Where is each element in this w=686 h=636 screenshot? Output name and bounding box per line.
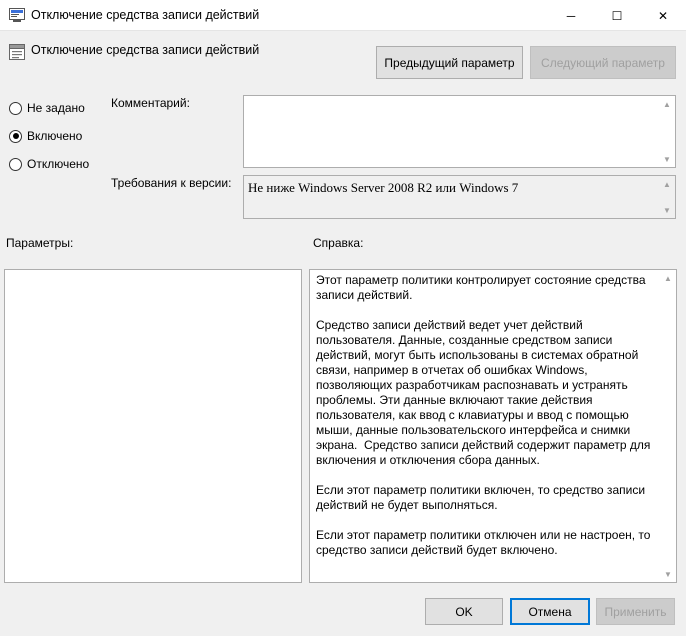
minimize-icon: ─	[566, 8, 576, 23]
policy-editor-icon	[9, 8, 25, 22]
cancel-button[interactable]: Отмена	[510, 598, 590, 625]
version-value: Не ниже Windows Server 2008 R2 или Windo…	[248, 180, 519, 195]
scroll-down-icon[interactable]: ▼	[659, 151, 675, 167]
scroll-up-icon[interactable]: ▲	[660, 270, 676, 286]
parameters-label: Параметры:	[6, 236, 74, 250]
radio-enabled[interactable]: Включено	[9, 127, 119, 145]
apply-button[interactable]: Применить	[596, 598, 675, 625]
ok-button[interactable]: OK	[425, 598, 503, 625]
radio-label: Не задано	[27, 101, 85, 115]
next-setting-button[interactable]: Следующий параметр	[530, 46, 676, 79]
version-label: Требования к версии:	[111, 176, 232, 190]
maximize-button[interactable]: ☐	[594, 0, 640, 31]
minimize-button[interactable]: ─	[548, 0, 594, 31]
version-field: Не ниже Windows Server 2008 R2 или Windo…	[243, 175, 676, 219]
radio-circle	[9, 101, 22, 115]
parameters-panel[interactable]	[4, 269, 302, 583]
previous-setting-button[interactable]: Предыдущий параметр	[376, 46, 523, 79]
scroll-up-icon[interactable]: ▲	[659, 96, 675, 112]
help-scrollbar[interactable]: ▲ ▼	[660, 270, 676, 582]
help-label: Справка:	[313, 236, 364, 250]
scroll-down-icon[interactable]: ▼	[659, 202, 675, 218]
policy-name: Отключение средства записи действий	[31, 43, 260, 57]
radio-circle-checked	[9, 129, 22, 143]
scroll-down-icon[interactable]: ▼	[660, 566, 676, 582]
radio-disabled[interactable]: Отключено	[9, 155, 119, 173]
radio-label: Включено	[27, 129, 83, 143]
policy-setting-icon	[9, 44, 25, 60]
close-button[interactable]: ✕	[640, 0, 686, 31]
radio-label: Отключено	[27, 157, 90, 171]
version-scrollbar[interactable]: ▲ ▼	[659, 176, 675, 218]
radio-not-configured[interactable]: Не задано	[9, 99, 119, 117]
scroll-up-icon[interactable]: ▲	[659, 176, 675, 192]
comment-scrollbar[interactable]: ▲ ▼	[659, 96, 675, 167]
window-title: Отключение средства записи действий	[31, 8, 260, 22]
help-panel[interactable]: Этот параметр политики контролирует сост…	[309, 269, 677, 583]
maximize-icon: ☐	[611, 8, 623, 23]
comment-label: Комментарий:	[111, 96, 190, 110]
radio-circle	[9, 157, 22, 171]
title-bar: Отключение средства записи действий ─ ☐ …	[0, 0, 686, 31]
comment-input[interactable]: ▲ ▼	[243, 95, 676, 168]
close-icon: ✕	[657, 8, 669, 23]
help-text: Этот параметр политики контролирует сост…	[316, 273, 651, 557]
